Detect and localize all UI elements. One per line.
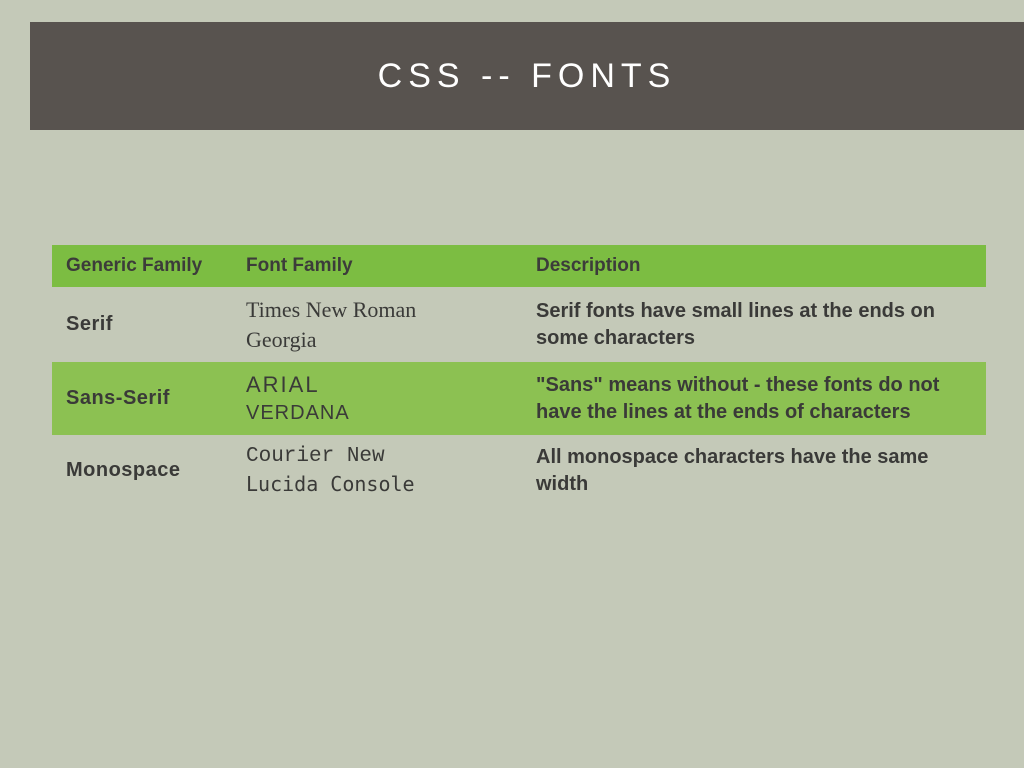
slide-title: CSS -- FONTS — [378, 57, 677, 96]
cell-generic: Sans-serif — [52, 362, 232, 435]
table-row: Sans-serif Arial Verdana "Sans" means wi… — [52, 362, 986, 435]
cell-generic: Monospace — [52, 435, 232, 506]
slide: CSS -- FONTS Generic family Font family … — [0, 0, 1024, 768]
title-bar: CSS -- FONTS — [30, 22, 1024, 130]
content-area: Generic family Font family Description S… — [30, 155, 1024, 748]
font-sample: Arial — [246, 370, 508, 400]
table-row: Monospace Courier New Lucida Console All… — [52, 435, 986, 506]
table-row: Serif Times New Roman Georgia Serif font… — [52, 287, 986, 362]
header-generic: Generic family — [52, 245, 232, 287]
table-header-row: Generic family Font family Description — [52, 245, 986, 287]
font-sample: Georgia — [246, 325, 508, 355]
cell-family: Arial Verdana — [232, 362, 522, 435]
cell-description: "Sans" means without - these fonts do no… — [522, 362, 986, 435]
fonts-table: Generic family Font family Description S… — [52, 245, 986, 506]
cell-generic: Serif — [52, 287, 232, 362]
font-sample: Lucida Console — [246, 471, 508, 498]
header-family: Font family — [232, 245, 522, 287]
font-sample: Courier New — [246, 443, 508, 471]
header-description: Description — [522, 245, 986, 287]
cell-family: Times New Roman Georgia — [232, 287, 522, 362]
cell-description: Serif fonts have small lines at the ends… — [522, 287, 986, 362]
font-sample: Verdana — [246, 400, 508, 427]
cell-family: Courier New Lucida Console — [232, 435, 522, 506]
cell-description: All monospace characters have the same w… — [522, 435, 986, 506]
font-sample: Times New Roman — [246, 295, 508, 325]
